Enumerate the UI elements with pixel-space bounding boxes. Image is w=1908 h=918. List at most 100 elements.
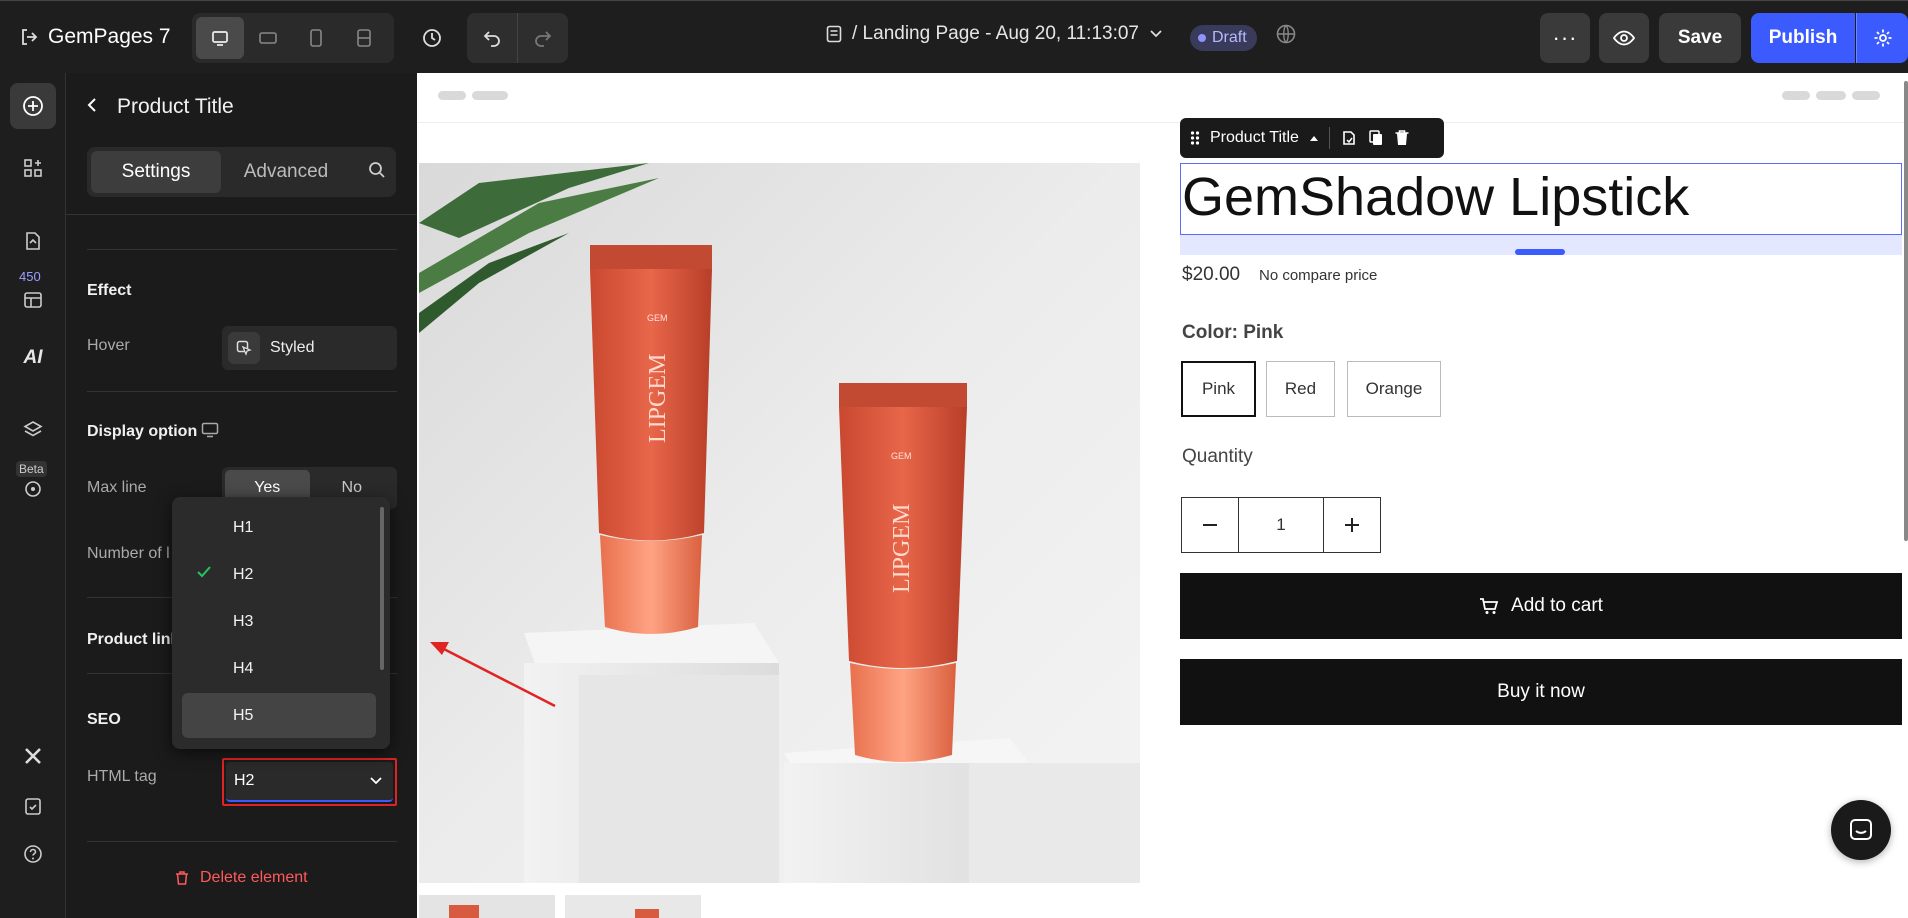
exit-icon[interactable] xyxy=(20,28,38,46)
search-icon[interactable] xyxy=(368,161,386,184)
save-as-template-icon[interactable] xyxy=(1340,129,1358,147)
decrease-quantity-button[interactable] xyxy=(1182,498,1238,552)
option-h3[interactable]: H3 xyxy=(182,599,376,644)
dropdown-scrollbar[interactable] xyxy=(380,507,384,670)
checkmark-icon xyxy=(196,565,212,584)
help-button[interactable] xyxy=(10,831,56,877)
apps-icon xyxy=(24,292,42,308)
display-option-title: Display option xyxy=(87,423,198,440)
tube-brand-text: LIPGEM xyxy=(645,354,671,443)
quantity-value[interactable]: 1 xyxy=(1238,498,1324,552)
ai-button[interactable]: AI xyxy=(10,335,56,381)
color-swatch-orange[interactable]: Orange xyxy=(1347,361,1441,417)
minus-icon xyxy=(1203,524,1217,526)
publish-button[interactable]: Publish xyxy=(1751,13,1855,63)
divider xyxy=(87,391,397,392)
trash-icon[interactable] xyxy=(1394,129,1410,147)
more-options-button[interactable]: ··· xyxy=(1540,13,1590,63)
checklist-button[interactable] xyxy=(10,783,56,829)
theme-button[interactable] xyxy=(10,466,56,512)
chat-widget-button[interactable] xyxy=(1831,800,1891,860)
html-tag-select[interactable]: H2 xyxy=(222,758,397,806)
svg-text:GEM: GEM xyxy=(647,313,668,323)
cursor-icon xyxy=(228,332,260,364)
apps-button[interactable] xyxy=(10,276,56,322)
drag-handle-icon[interactable] xyxy=(1190,130,1200,146)
redo-icon xyxy=(535,31,552,47)
status-badge: Draft xyxy=(1190,25,1257,51)
redo-button[interactable] xyxy=(518,13,568,63)
back-arrow-icon[interactable] xyxy=(84,97,100,118)
html-tag-select-inner: H2 xyxy=(226,762,393,802)
settings-panel: Product Title Settings Advanced Effect H… xyxy=(66,73,417,918)
panel-header: Product Title Settings Advanced xyxy=(66,73,417,215)
x-button[interactable] xyxy=(10,733,56,779)
clipboard-icon xyxy=(25,798,41,815)
toolbar-element-label[interactable]: Product Title xyxy=(1210,129,1299,147)
hover-style-value: Styled xyxy=(270,339,315,356)
chevron-down-icon xyxy=(1150,30,1162,38)
number-of-lines-label: Number of l xyxy=(87,545,170,562)
caret-up-icon[interactable] xyxy=(1309,134,1319,142)
product-image[interactable]: LIPGEM GEM LIPGEM GEM xyxy=(419,163,1140,883)
delete-element-button[interactable]: Delete element xyxy=(174,869,308,887)
page-name-text: / Landing Page - Aug 20, 11:13:07 xyxy=(852,23,1139,44)
language-button[interactable] xyxy=(1275,23,1297,50)
toolbar-separator xyxy=(1328,127,1330,149)
canvas-scrollbar[interactable] xyxy=(1904,81,1908,541)
hover-label: Hover xyxy=(87,337,130,354)
mobile-icon xyxy=(310,29,322,47)
palette-icon xyxy=(25,481,41,497)
color-option-label: Color: Pink xyxy=(1182,322,1284,343)
plus-circle-icon xyxy=(23,96,43,116)
option-h5[interactable]: H5 xyxy=(182,693,376,738)
cart-icon xyxy=(1480,598,1499,614)
chat-icon xyxy=(1850,819,1872,840)
product-title[interactable]: GemShadow Lipstick xyxy=(1182,166,1689,228)
tab-settings[interactable]: Settings xyxy=(91,151,221,193)
buy-it-now-button[interactable]: Buy it now xyxy=(1180,659,1902,725)
spacing-resize-handle[interactable] xyxy=(1515,249,1565,255)
divider xyxy=(87,249,397,250)
sections-button[interactable] xyxy=(10,145,56,191)
history-button[interactable] xyxy=(416,19,448,57)
mobile-view-button[interactable] xyxy=(292,17,340,59)
layers-button[interactable] xyxy=(10,407,56,453)
pages-button[interactable] xyxy=(10,218,56,264)
placeholder-pill xyxy=(472,91,508,100)
html-tag-label: HTML tag xyxy=(87,768,157,785)
tablet-landscape-button[interactable] xyxy=(244,17,292,59)
increase-quantity-button[interactable] xyxy=(1324,498,1380,552)
brand-name: GemPages 7 xyxy=(48,25,171,48)
page-selector[interactable]: / Landing Page - Aug 20, 11:13:07 xyxy=(826,23,1163,45)
option-h1[interactable]: H1 xyxy=(182,505,376,550)
fullscreen-view-button[interactable] xyxy=(340,17,388,59)
add-to-cart-button[interactable]: Add to cart xyxy=(1180,573,1902,639)
plus-icon xyxy=(1345,518,1359,532)
preview-button[interactable] xyxy=(1599,13,1649,63)
option-h2[interactable]: H2 xyxy=(182,552,376,597)
undo-button[interactable] xyxy=(467,13,518,63)
gear-icon xyxy=(1874,29,1891,47)
save-button[interactable]: Save xyxy=(1659,13,1741,63)
duplicate-icon[interactable] xyxy=(1368,129,1384,147)
fullscreen-icon xyxy=(357,29,371,47)
color-swatch-pink[interactable]: Pink xyxy=(1181,361,1256,417)
desktop-view-button[interactable] xyxy=(196,17,244,59)
option-h2-label: H2 xyxy=(233,565,254,583)
undo-redo-group xyxy=(467,13,568,63)
option-h4[interactable]: H4 xyxy=(182,646,376,691)
add-element-button[interactable] xyxy=(10,83,56,129)
divider xyxy=(87,841,397,842)
max-line-label: Max line xyxy=(87,479,147,496)
publish-settings-button[interactable] xyxy=(1856,13,1908,63)
tablet-icon xyxy=(259,32,277,44)
thumbnail-2[interactable] xyxy=(565,895,701,918)
left-rail: 450 AI Beta xyxy=(0,73,66,918)
thumbnail-1[interactable] xyxy=(419,895,555,918)
color-swatch-red[interactable]: Red xyxy=(1266,361,1335,417)
compare-price: No compare price xyxy=(1259,267,1378,284)
hover-style-field[interactable]: Styled xyxy=(222,326,397,370)
help-icon xyxy=(24,845,42,863)
tab-advanced[interactable]: Advanced xyxy=(221,151,351,193)
